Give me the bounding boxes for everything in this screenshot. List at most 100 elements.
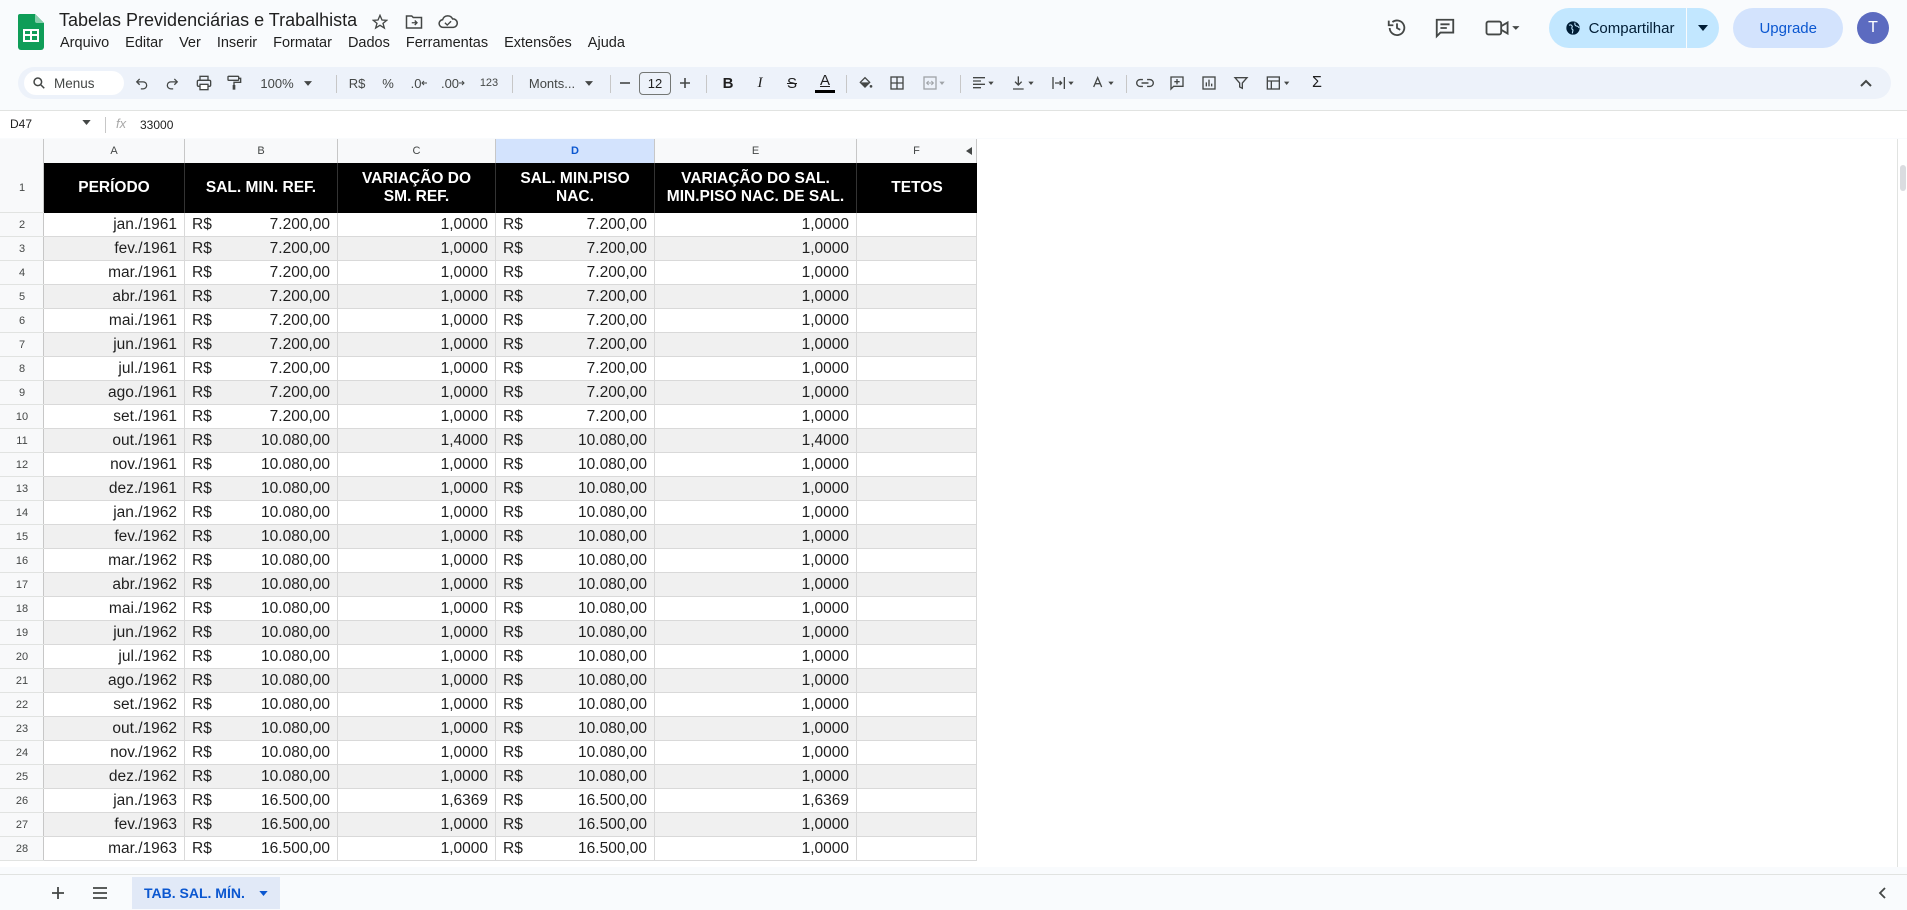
cell-tetos[interactable] xyxy=(857,549,977,572)
cell-sal-min-ref[interactable]: R$ 10.080,00 xyxy=(185,669,338,692)
cell-periodo[interactable]: mai./1961 xyxy=(44,309,185,332)
select-all-corner[interactable] xyxy=(0,139,44,163)
cell-variacao-sal-min-piso[interactable]: 1,0000 xyxy=(655,309,857,332)
cell-sal-min-piso-nac[interactable]: R$ 10.080,00 xyxy=(496,645,655,668)
font-size-decrease-icon[interactable] xyxy=(616,67,634,99)
vertical-align-icon[interactable] xyxy=(1006,67,1040,99)
cell-tetos[interactable] xyxy=(857,501,977,524)
cell-tetos[interactable] xyxy=(857,237,977,260)
row-header[interactable]: 28 xyxy=(0,837,44,861)
cell-variacao-sal-min-piso[interactable]: 1,4000 xyxy=(655,429,857,452)
cell-sal-min-ref[interactable]: R$ 10.080,00 xyxy=(185,621,338,644)
decrease-decimal-button[interactable]: .0 xyxy=(406,67,432,99)
cell-sal-min-ref[interactable]: R$ 7.200,00 xyxy=(185,237,338,260)
cell-variacao-sal-min-piso[interactable]: 1,0000 xyxy=(655,741,857,764)
column-header-c[interactable]: C xyxy=(338,139,496,163)
cell-periodo[interactable]: jul./1962 xyxy=(44,645,185,668)
row-header[interactable]: 7 xyxy=(0,333,44,357)
font-select[interactable]: Monts... xyxy=(518,67,604,99)
cell-tetos[interactable] xyxy=(857,573,977,596)
header-tetos[interactable]: TETOS xyxy=(857,163,977,213)
row-header[interactable]: 3 xyxy=(0,237,44,261)
collapse-toolbar-icon[interactable] xyxy=(1853,67,1879,99)
cell-variacao-sal-min-piso[interactable]: 1,0000 xyxy=(655,381,857,404)
header-sal-min-ref[interactable]: SAL. MIN. REF. xyxy=(185,163,338,213)
cell-periodo[interactable]: fev./1963 xyxy=(44,813,185,836)
upgrade-button[interactable]: Upgrade xyxy=(1733,8,1843,48)
cell-periodo[interactable]: abr./1961 xyxy=(44,285,185,308)
undo-icon[interactable] xyxy=(130,67,154,99)
number-format-button[interactable]: 123 xyxy=(474,67,504,99)
row-header[interactable]: 4 xyxy=(0,261,44,285)
menu-arquivo[interactable]: Arquivo xyxy=(52,34,117,52)
cell-variacao-sal-min-piso[interactable]: 1,0000 xyxy=(655,213,857,236)
cell-variacao-sm-ref[interactable]: 1,0000 xyxy=(338,333,496,356)
header-variacao-sm-ref[interactable]: VARIAÇÃO DO SM. REF. xyxy=(338,163,496,213)
version-history-icon[interactable] xyxy=(1385,16,1409,40)
cell-sal-min-piso-nac[interactable]: R$ 16.500,00 xyxy=(496,813,655,836)
cell-tetos[interactable] xyxy=(857,597,977,620)
cell-variacao-sm-ref[interactable]: 1,0000 xyxy=(338,309,496,332)
cell-sal-min-piso-nac[interactable]: R$ 10.080,00 xyxy=(496,669,655,692)
cell-variacao-sm-ref[interactable]: 1,0000 xyxy=(338,693,496,716)
cell-sal-min-piso-nac[interactable]: R$ 7.200,00 xyxy=(496,381,655,404)
all-sheets-menu-icon[interactable] xyxy=(90,883,110,903)
row-header[interactable]: 8 xyxy=(0,357,44,381)
meet-video-icon[interactable] xyxy=(1481,16,1525,40)
cell-variacao-sal-min-piso[interactable]: 1,0000 xyxy=(655,813,857,836)
scroll-left-arrow-icon[interactable] xyxy=(966,147,972,155)
cell-tetos[interactable] xyxy=(857,645,977,668)
cell-sal-min-ref[interactable]: R$ 10.080,00 xyxy=(185,645,338,668)
cell-sal-min-piso-nac[interactable]: R$ 7.200,00 xyxy=(496,357,655,380)
row-header[interactable]: 12 xyxy=(0,453,44,477)
cell-variacao-sm-ref[interactable]: 1,0000 xyxy=(338,621,496,644)
menu-ver[interactable]: Ver xyxy=(171,34,209,52)
cell-sal-min-piso-nac[interactable]: R$ 10.080,00 xyxy=(496,597,655,620)
cell-sal-min-ref[interactable]: R$ 7.200,00 xyxy=(185,357,338,380)
cell-sal-min-ref[interactable]: R$ 10.080,00 xyxy=(185,429,338,452)
header-variacao-sal-min-piso[interactable]: VARIAÇÃO DO SAL. MIN.PISO NAC. DE SAL. xyxy=(655,163,857,213)
cell-variacao-sm-ref[interactable]: 1,0000 xyxy=(338,525,496,548)
cell-variacao-sal-min-piso[interactable]: 1,0000 xyxy=(655,477,857,500)
cell-sal-min-piso-nac[interactable]: R$ 10.080,00 xyxy=(496,621,655,644)
print-icon[interactable] xyxy=(192,67,216,99)
cell-sal-min-ref[interactable]: R$ 10.080,00 xyxy=(185,573,338,596)
horizontal-align-icon[interactable] xyxy=(966,67,1000,99)
cell-variacao-sal-min-piso[interactable]: 1,0000 xyxy=(655,333,857,356)
cell-variacao-sm-ref[interactable]: 1,0000 xyxy=(338,453,496,476)
cell-variacao-sal-min-piso[interactable]: 1,0000 xyxy=(655,501,857,524)
cell-sal-min-ref[interactable]: R$ 7.200,00 xyxy=(185,213,338,236)
cell-tetos[interactable] xyxy=(857,261,977,284)
cell-tetos[interactable] xyxy=(857,405,977,428)
cell-sal-min-piso-nac[interactable]: R$ 10.080,00 xyxy=(496,765,655,788)
cell-variacao-sal-min-piso[interactable]: 1,0000 xyxy=(655,693,857,716)
cell-sal-min-piso-nac[interactable]: R$ 10.080,00 xyxy=(496,501,655,524)
cell-variacao-sm-ref[interactable]: 1,0000 xyxy=(338,741,496,764)
borders-icon[interactable] xyxy=(884,67,910,99)
cell-tetos[interactable] xyxy=(857,429,977,452)
cell-periodo[interactable]: fev./1961 xyxy=(44,237,185,260)
cell-periodo[interactable]: nov./1961 xyxy=(44,453,185,476)
functions-button[interactable]: Σ xyxy=(1304,67,1330,99)
formula-input[interactable]: 33000 xyxy=(140,118,173,132)
cell-variacao-sal-min-piso[interactable]: 1,0000 xyxy=(655,525,857,548)
bold-button[interactable]: B xyxy=(716,67,740,99)
cell-sal-min-ref[interactable]: R$ 7.200,00 xyxy=(185,309,338,332)
caret-down-icon[interactable] xyxy=(82,120,91,125)
percent-format-button[interactable]: % xyxy=(376,67,400,99)
merge-cells-icon[interactable] xyxy=(916,67,952,99)
font-size-increase-icon[interactable] xyxy=(676,67,694,99)
filter-icon[interactable] xyxy=(1228,67,1254,99)
cell-sal-min-ref[interactable]: R$ 16.500,00 xyxy=(185,837,338,860)
cell-sal-min-piso-nac[interactable]: R$ 16.500,00 xyxy=(496,837,655,860)
menu-editar[interactable]: Editar xyxy=(117,34,171,52)
row-header[interactable]: 1 xyxy=(0,163,44,213)
cell-sal-min-ref[interactable]: R$ 16.500,00 xyxy=(185,813,338,836)
cell-periodo[interactable]: mar./1961 xyxy=(44,261,185,284)
cell-sal-min-piso-nac[interactable]: R$ 10.080,00 xyxy=(496,429,655,452)
row-header[interactable]: 19 xyxy=(0,621,44,645)
cell-sal-min-ref[interactable]: R$ 10.080,00 xyxy=(185,477,338,500)
cell-variacao-sm-ref[interactable]: 1,0000 xyxy=(338,501,496,524)
cell-tetos[interactable] xyxy=(857,309,977,332)
row-header[interactable]: 15 xyxy=(0,525,44,549)
